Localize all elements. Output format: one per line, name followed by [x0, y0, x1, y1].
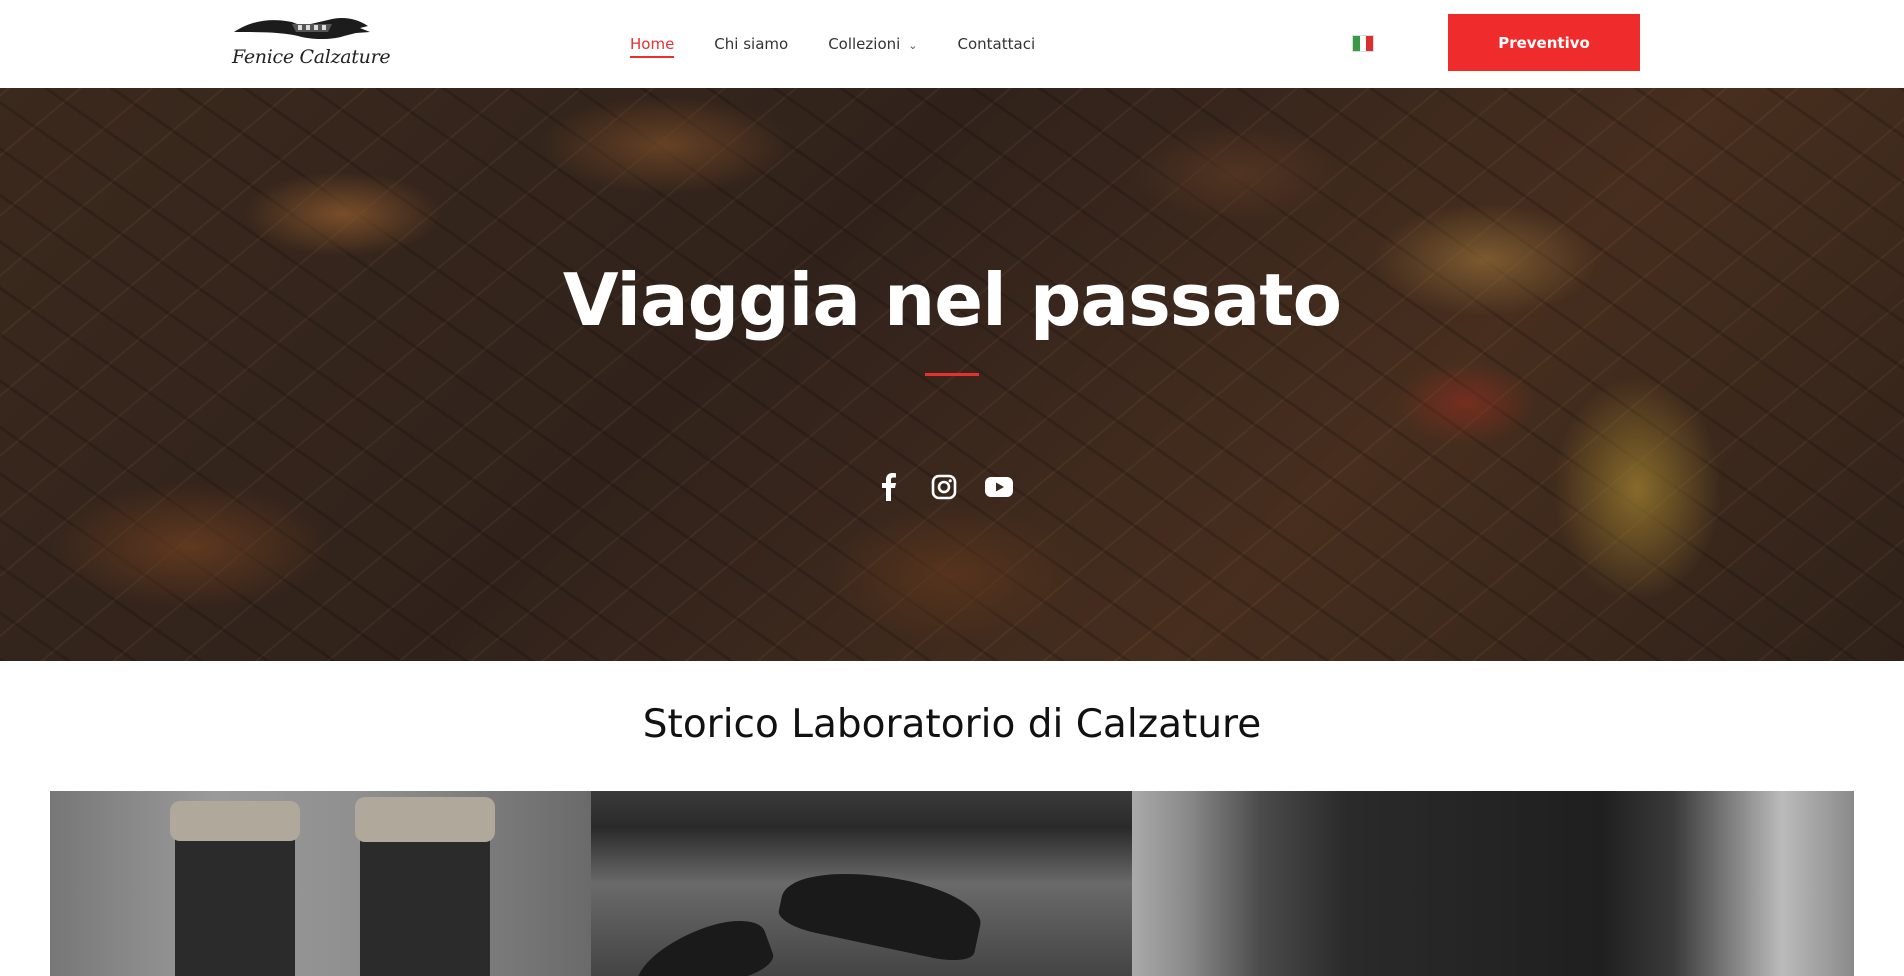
italy-flag-icon[interactable] — [1352, 35, 1374, 52]
gallery-image-boots[interactable] — [50, 791, 591, 976]
preventivo-button[interactable]: Preventivo — [1448, 14, 1640, 71]
gallery-image-shoes-box[interactable] — [591, 791, 1132, 976]
nav-item-chi-siamo[interactable]: Chi siamo — [714, 0, 788, 88]
social-links — [875, 473, 1013, 501]
nav-contattaci-label: Contattaci — [957, 35, 1036, 53]
logo-text: Fenice Calzature — [232, 46, 391, 68]
hero-divider — [925, 373, 979, 376]
main-nav: Home Chi siamo Collezioni ⌄ Contattaci — [630, 0, 1075, 88]
hero-title: Viaggia nel passato — [562, 258, 1342, 342]
site-header: Fenice Calzature Home Chi siamo Collezio… — [0, 0, 1904, 88]
instagram-icon[interactable] — [930, 473, 958, 501]
nav-item-collezioni[interactable]: Collezioni ⌄ — [828, 0, 917, 88]
gallery-image-leather[interactable] — [1132, 791, 1854, 976]
nav-collezioni-label: Collezioni — [828, 35, 901, 53]
chevron-down-icon: ⌄ — [908, 39, 918, 52]
nav-item-contattaci[interactable]: Contattaci — [958, 0, 1036, 88]
nav-item-home[interactable]: Home — [630, 0, 675, 88]
section-title: Storico Laboratorio di Calzature — [642, 702, 1262, 747]
youtube-icon[interactable] — [985, 473, 1013, 501]
facebook-icon[interactable] — [875, 473, 903, 501]
nav-chi-siamo-label: Chi siamo — [714, 35, 789, 53]
phoenix-logo-icon — [234, 18, 370, 39]
nav-home-label: Home — [630, 35, 675, 53]
logo[interactable]: Fenice Calzature — [232, 14, 391, 72]
image-gallery — [50, 791, 1854, 976]
hero-banner: Viaggia nel passato — [0, 88, 1904, 661]
